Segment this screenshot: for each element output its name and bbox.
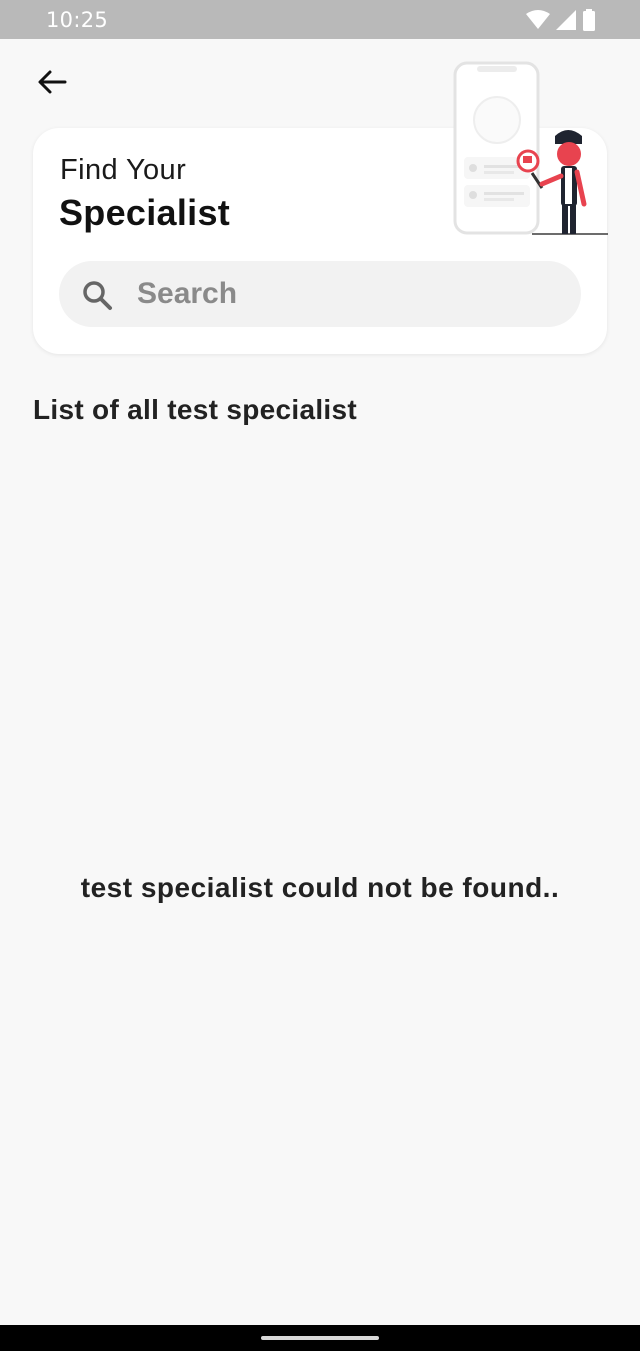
home-indicator[interactable] xyxy=(261,1336,379,1340)
status-bar: 10:25 xyxy=(0,0,640,39)
empty-state-message: test specialist could not be found.. xyxy=(80,872,560,903)
wifi-icon xyxy=(526,10,550,29)
search-icon xyxy=(83,281,112,310)
navigation-bar xyxy=(0,1325,640,1351)
search-input[interactable] xyxy=(137,261,557,327)
status-icons xyxy=(526,9,596,31)
search-bar[interactable] xyxy=(59,261,581,327)
battery-icon xyxy=(583,9,595,31)
page-title: Specialist xyxy=(59,192,231,233)
status-time: 10:25 xyxy=(46,8,109,32)
phone-search-person-illustration xyxy=(453,61,608,235)
back-button[interactable] xyxy=(30,62,74,102)
list-heading: List of all test specialist xyxy=(33,394,357,425)
cell-signal-icon xyxy=(556,10,576,30)
arrow-left-icon xyxy=(38,70,67,94)
page-title-prefix: Find Your xyxy=(60,154,187,186)
